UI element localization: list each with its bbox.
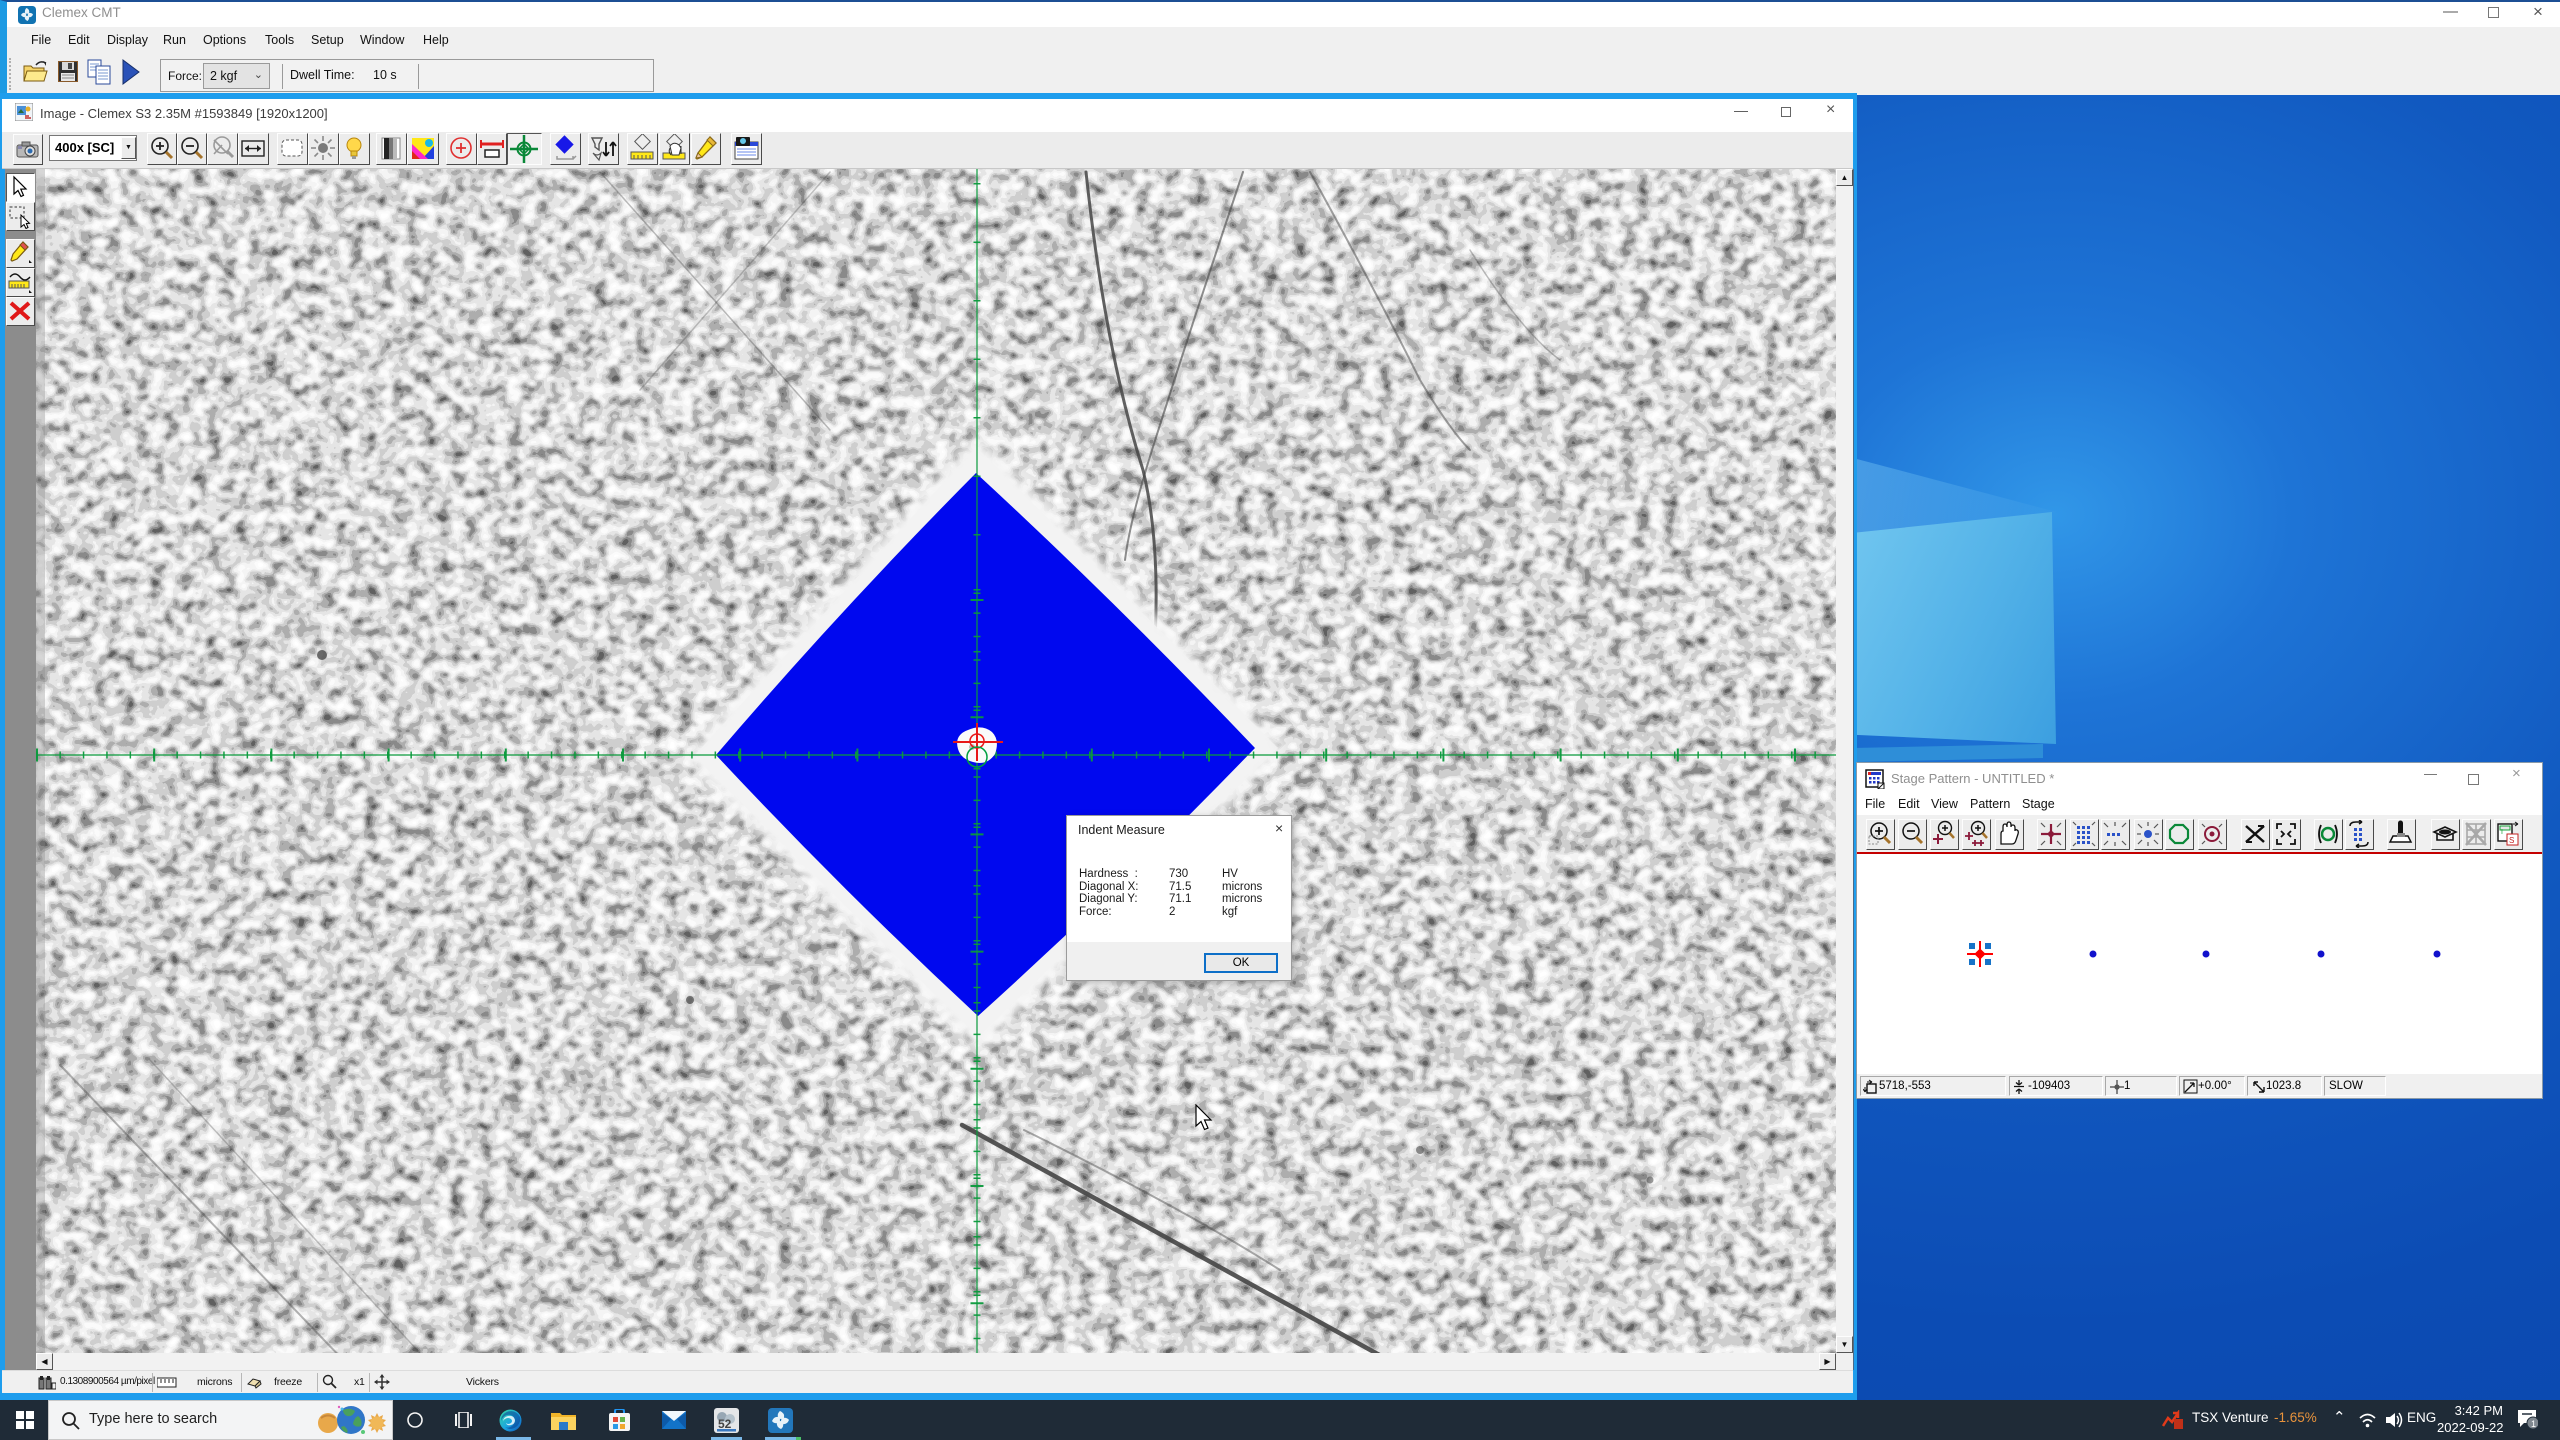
svg-text:1: 1	[2531, 1419, 2536, 1429]
svg-text:I: I	[2501, 829, 2503, 836]
svg-text:S: S	[2509, 836, 2514, 845]
svg-text:52: 52	[718, 1417, 732, 1431]
